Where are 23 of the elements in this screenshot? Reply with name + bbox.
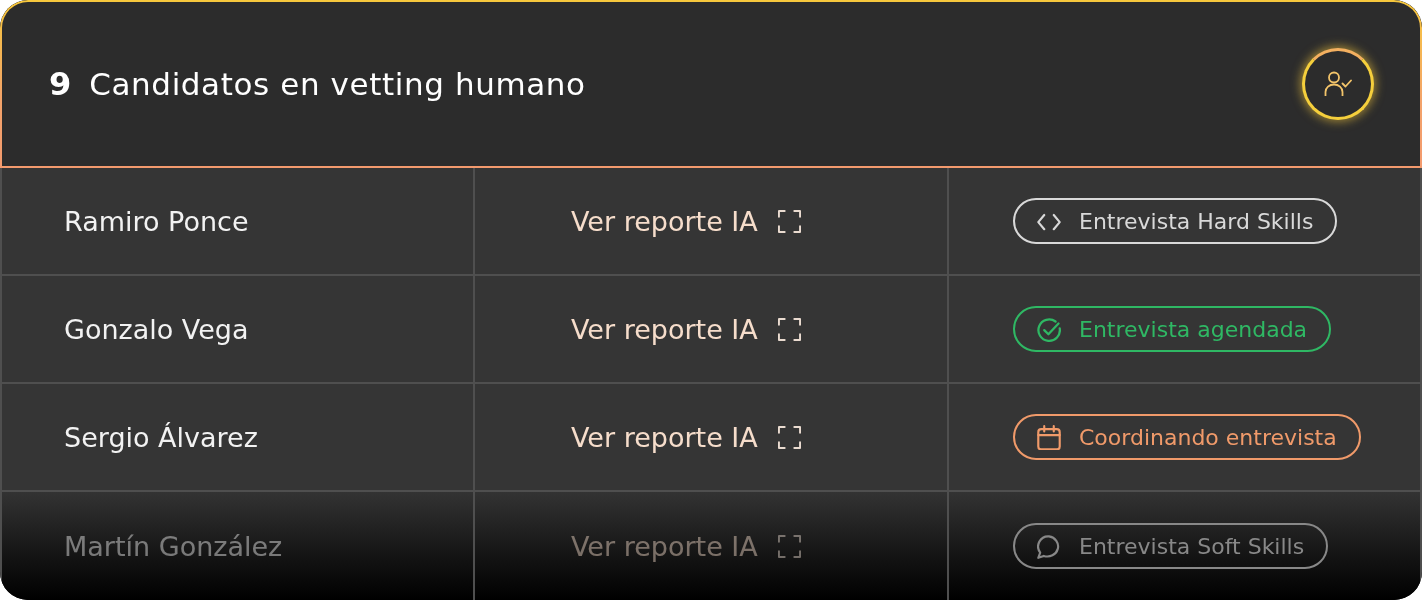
expand-icon xyxy=(777,425,801,449)
report-link[interactable]: Ver reporte IA xyxy=(571,205,801,237)
status-tag: Entrevista agendada xyxy=(1013,306,1332,352)
reviewer-button[interactable] xyxy=(1302,48,1374,120)
report-link[interactable]: Ver reporte IA xyxy=(571,313,801,345)
status-tag: Entrevista Hard Skills xyxy=(1013,198,1338,244)
expand-icon xyxy=(777,317,801,341)
chat-bubble-icon xyxy=(1037,533,1061,559)
status-tag: Entrevista Soft Skills xyxy=(1013,523,1329,569)
expand-icon xyxy=(777,534,801,558)
candidate-name: Martín González xyxy=(64,530,283,562)
candidate-name: Ramiro Ponce xyxy=(64,205,249,237)
candidate-name: Sergio Álvarez xyxy=(64,421,258,453)
report-link[interactable]: Ver reporte IA xyxy=(571,421,801,453)
calendar-icon xyxy=(1037,424,1061,450)
user-check-icon xyxy=(1324,71,1352,97)
candidate-count: 9 xyxy=(49,65,72,103)
expand-icon xyxy=(777,209,801,233)
status-tag: Coordinando entrevista xyxy=(1013,414,1361,460)
check-circle-icon xyxy=(1037,316,1061,342)
report-link[interactable]: Ver reporte IA xyxy=(571,530,801,562)
candidate-name: Gonzalo Vega xyxy=(64,313,249,345)
section-title: Candidatos en vetting humano xyxy=(89,66,586,102)
